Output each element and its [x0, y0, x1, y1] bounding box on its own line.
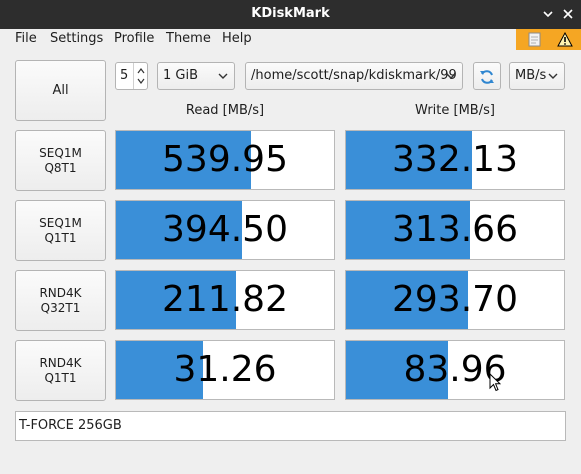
close-icon[interactable]	[561, 7, 575, 21]
write-result-seq1m-q1t1: 313.66	[345, 200, 565, 260]
menu-file[interactable]: File	[15, 31, 37, 46]
device-field[interactable]: T-FORCE 256GB	[15, 411, 566, 441]
write-result-rnd4k-q32t1: 293.70	[345, 270, 565, 330]
write-value: 293.70	[392, 279, 518, 320]
menu-profile[interactable]: Profile	[114, 31, 154, 46]
warning-icon[interactable]	[557, 31, 573, 51]
read-value: 394.50	[162, 209, 288, 250]
read-result-rnd4k-q1t1: 31.26	[115, 340, 335, 400]
read-value: 31.26	[173, 349, 277, 390]
refresh-button[interactable]	[473, 62, 501, 90]
spin-arrows[interactable]	[133, 63, 147, 89]
size-combobox[interactable]: 1 GiB	[157, 62, 235, 90]
refresh-icon	[480, 70, 494, 84]
read-header: Read [MB/s]	[185, 103, 265, 118]
write-result-seq1m-q8t1: 332.13	[345, 130, 565, 190]
path-value: /home/scott/snap/kdiskmark/99	[251, 68, 457, 83]
window-title: KDiskMark	[251, 6, 330, 21]
test-button-rnd4k-q1t1[interactable]: RND4K Q1T1	[15, 340, 106, 401]
runs-value: 5	[120, 68, 129, 83]
write-result-rnd4k-q1t1: 83.96	[345, 340, 565, 400]
document-icon[interactable]	[527, 32, 542, 51]
write-value: 332.13	[392, 139, 518, 180]
read-result-rnd4k-q32t1: 211.82	[115, 270, 335, 330]
path-combobox[interactable]: /home/scott/snap/kdiskmark/99	[245, 62, 463, 90]
title-bar: KDiskMark	[0, 0, 581, 29]
units-combobox[interactable]: MB/s	[509, 62, 565, 90]
size-value: 1 GiB	[163, 68, 199, 83]
runs-spinbox[interactable]: 5	[115, 62, 148, 90]
kdiskmark-window: KDiskMark File Settings Profile Theme He…	[0, 0, 581, 474]
mouse-cursor-icon	[489, 372, 502, 396]
read-value: 211.82	[162, 279, 288, 320]
units-value: MB/s	[515, 68, 547, 83]
chevron-down-icon	[446, 73, 456, 79]
device-name: T-FORCE 256GB	[19, 418, 122, 433]
warning-area	[516, 29, 581, 50]
chevron-down-icon	[548, 73, 558, 79]
menu-bar: File Settings Profile Theme Help	[0, 29, 581, 50]
test-button-rnd4k-q32t1[interactable]: RND4K Q32T1	[15, 270, 106, 331]
menu-settings[interactable]: Settings	[50, 31, 103, 46]
menu-theme[interactable]: Theme	[166, 31, 211, 46]
chevron-down-icon	[218, 73, 228, 79]
all-button[interactable]: All	[15, 60, 106, 121]
read-result-seq1m-q8t1: 539.95	[115, 130, 335, 190]
write-value: 83.96	[403, 349, 507, 390]
write-value: 313.66	[392, 209, 518, 250]
minimize-icon[interactable]	[541, 7, 555, 21]
read-value: 539.95	[162, 139, 288, 180]
write-header: Write [MB/s]	[415, 103, 495, 118]
read-result-seq1m-q1t1: 394.50	[115, 200, 335, 260]
test-button-seq1m-q8t1[interactable]: SEQ1M Q8T1	[15, 130, 106, 191]
menu-help[interactable]: Help	[222, 31, 252, 46]
test-button-seq1m-q1t1[interactable]: SEQ1M Q1T1	[15, 200, 106, 261]
